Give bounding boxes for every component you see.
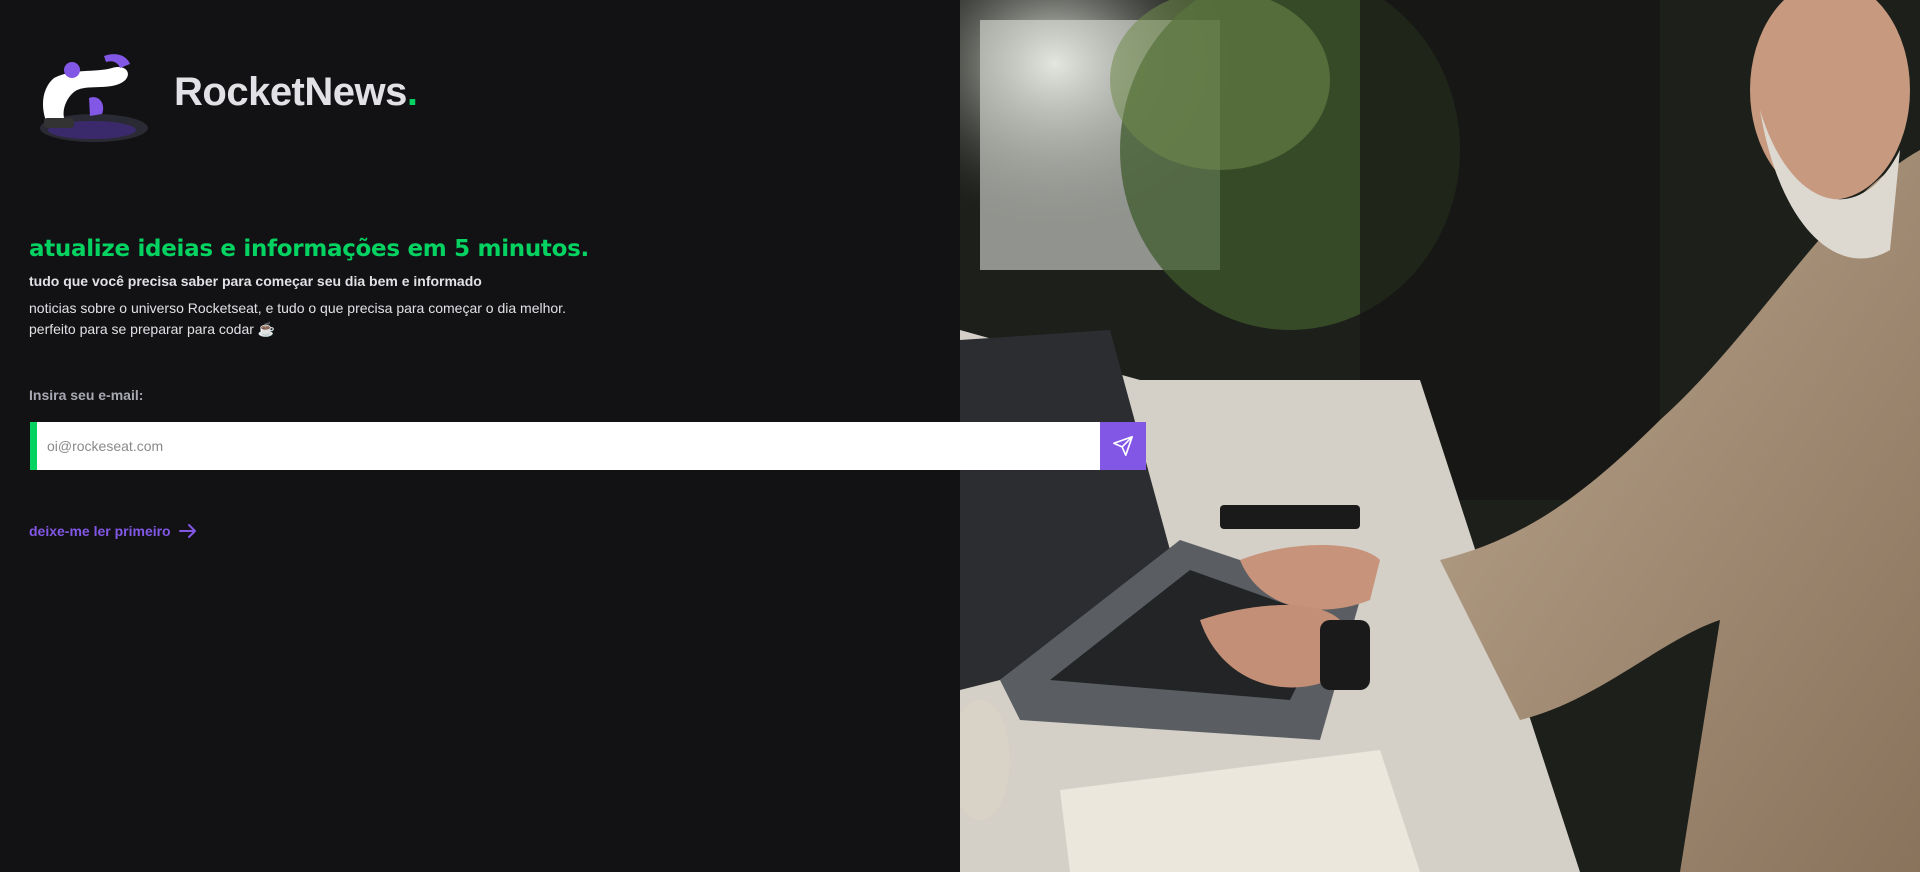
email-form <box>30 422 1146 470</box>
read-first-link[interactable]: deixe-me ler primeiro <box>29 523 197 539</box>
description-line-2: perfeito para se preparar para codar ☕ <box>29 321 276 337</box>
arrow-right-icon <box>178 524 196 538</box>
input-focus-bar <box>30 422 37 470</box>
email-input[interactable] <box>37 422 1100 470</box>
brand-dot: . <box>406 70 418 114</box>
brand-name: RocketNews <box>174 70 407 114</box>
email-label: Insira seu e-mail: <box>29 387 144 403</box>
subtitle: tudo que você precisa saber para começar… <box>29 273 482 289</box>
submit-email-button[interactable] <box>1100 422 1146 470</box>
read-first-label: deixe-me ler primeiro <box>29 523 171 539</box>
send-icon <box>1113 436 1133 456</box>
description-line-1: noticias sobre o universo Rocketseat, e … <box>29 300 566 316</box>
headline: atualize ideias e informações em 5 minut… <box>29 236 589 262</box>
description: noticias sobre o universo Rocketseat, e … <box>29 298 566 340</box>
rocket-astronaut-logo <box>40 54 148 142</box>
brand-title: RocketNews. <box>174 70 418 115</box>
